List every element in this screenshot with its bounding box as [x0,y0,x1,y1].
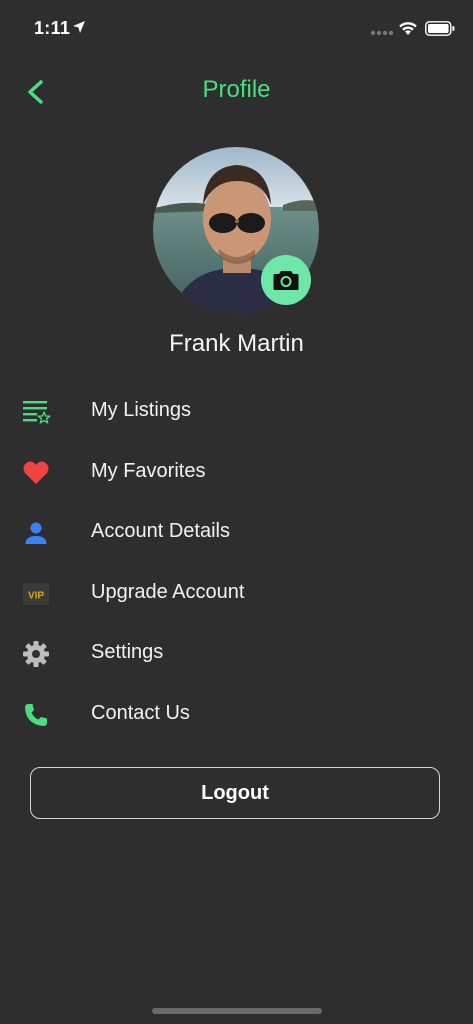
change-photo-button[interactable] [261,255,311,305]
home-indicator[interactable] [152,1008,322,1014]
menu-item-label: Settings [91,641,164,664]
menu-item-upgrade-account[interactable]: VIP Upgrade Account [0,564,473,625]
profile-name: Frank Martin [169,330,304,357]
person-icon [25,522,47,545]
avatar-container [153,147,319,313]
menu-item-contact-us[interactable]: Contact Us [0,685,473,746]
menu-item-label: Upgrade Account [91,580,245,603]
wifi-icon [399,22,417,35]
location-arrow-icon [73,21,85,33]
vip-icon-text: VIP [28,590,44,601]
menu-item-label: My Favorites [91,459,206,482]
vip-icon: VIP [23,582,49,605]
cellular-signal-icon [370,30,394,36]
camera-icon [273,271,299,290]
status-bar: 1:11 [0,0,473,56]
menu-item-account-details[interactable]: Account Details [0,503,473,564]
profile-menu: My Listings My Favorites Account Details… [0,382,473,746]
menu-item-label: My Listings [91,399,192,421]
listings-star-icon [23,401,51,424]
menu-item-label: Account Details [91,520,230,543]
gear-icon [23,641,49,668]
menu-item-settings[interactable]: Settings [0,624,473,685]
navigation-bar: Profile [0,72,473,112]
menu-item-my-listings[interactable]: My Listings [0,382,473,443]
battery-icon [425,21,455,36]
menu-item-label: Contact Us [91,701,190,724]
status-time: 1:11 [34,18,71,38]
logout-button[interactable]: Logout [30,767,440,819]
phone-icon [25,703,47,726]
menu-item-my-favorites[interactable]: My Favorites [0,443,473,504]
page-title: Profile [202,76,271,103]
heart-icon [23,461,49,484]
